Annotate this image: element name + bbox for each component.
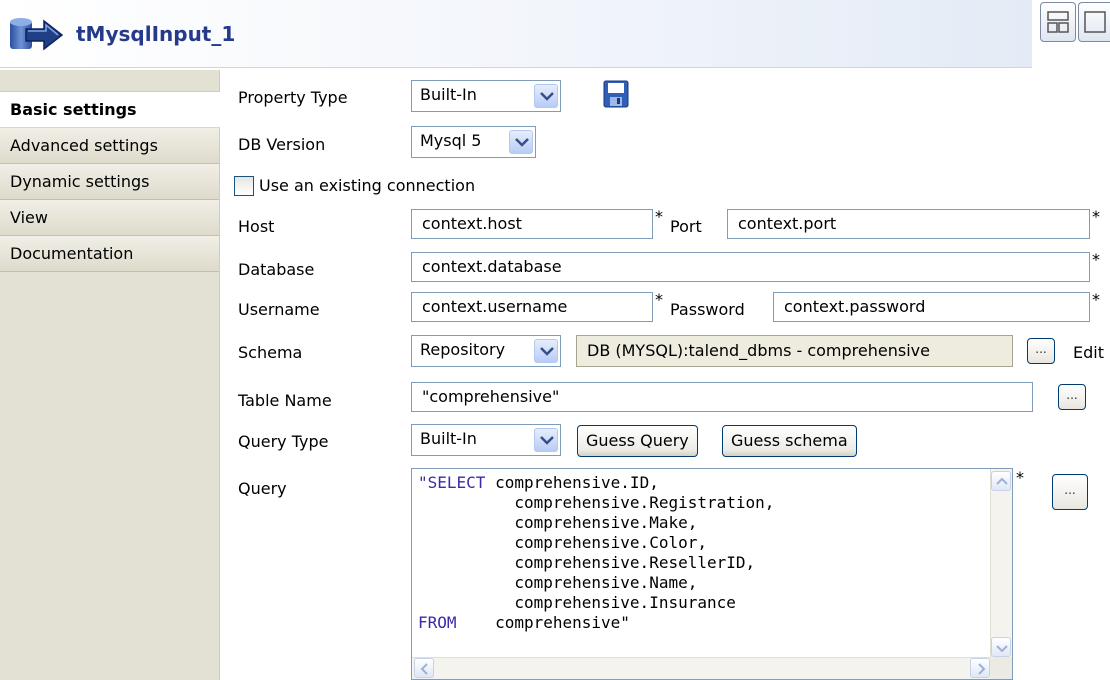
host-required-mark: * bbox=[655, 207, 663, 226]
tab-advanced-settings[interactable]: Advanced settings bbox=[0, 128, 219, 164]
username-input[interactable]: context.username bbox=[411, 292, 653, 322]
guess-query-button[interactable]: Guess Query bbox=[577, 425, 698, 457]
property-type-value: Built-In bbox=[420, 85, 477, 104]
password-input[interactable]: context.password bbox=[773, 292, 1090, 322]
host-label: Host bbox=[238, 217, 275, 236]
layout-grid-button[interactable] bbox=[1040, 2, 1076, 42]
save-icon[interactable] bbox=[603, 80, 629, 108]
database-input[interactable]: context.database bbox=[411, 252, 1090, 282]
chevron-down-icon bbox=[996, 645, 1008, 653]
query-text[interactable]: "SELECT comprehensive.ID, comprehensive.… bbox=[418, 473, 774, 633]
schema-repository-field: DB (MYSQL):talend_dbms - comprehensive bbox=[576, 335, 1013, 367]
scroll-right-button[interactable] bbox=[970, 658, 990, 678]
query-line: comprehensive" bbox=[456, 613, 630, 632]
chevron-down-icon bbox=[534, 339, 558, 363]
query-line: comprehensive.Insurance bbox=[418, 593, 736, 612]
grid-icon bbox=[1047, 11, 1069, 33]
component-header: tMysqlInput_1 bbox=[0, 0, 1032, 68]
username-required-mark: * bbox=[655, 290, 663, 309]
db-version-value: Mysql 5 bbox=[420, 131, 482, 150]
chevron-up-icon bbox=[996, 477, 1008, 485]
schema-type-value: Repository bbox=[420, 340, 506, 359]
port-input[interactable]: context.port bbox=[727, 209, 1090, 239]
port-required-mark: * bbox=[1092, 207, 1100, 226]
chevron-down-icon bbox=[534, 428, 558, 452]
scroll-left-button[interactable] bbox=[414, 658, 434, 678]
chevron-down-icon bbox=[509, 130, 533, 154]
chevron-down-icon bbox=[534, 84, 558, 108]
database-required-mark: * bbox=[1092, 250, 1100, 269]
db-version-select[interactable]: Mysql 5 bbox=[411, 126, 536, 158]
query-line: comprehensive.Color, bbox=[418, 533, 707, 552]
list-icon bbox=[1084, 11, 1106, 33]
query-line: comprehensive.ResellerID, bbox=[418, 553, 756, 572]
query-editor[interactable]: "SELECT comprehensive.ID, comprehensive.… bbox=[411, 468, 1013, 680]
sidebar-spacer bbox=[0, 70, 219, 92]
host-input[interactable]: context.host bbox=[411, 209, 653, 239]
table-name-browse-button[interactable]: ... bbox=[1058, 384, 1086, 410]
query-required-mark: * bbox=[1016, 468, 1024, 487]
scroll-up-button[interactable] bbox=[991, 471, 1011, 491]
schema-label: Schema bbox=[238, 343, 303, 362]
tab-basic-settings[interactable]: Basic settings bbox=[0, 92, 220, 128]
schema-type-select[interactable]: Repository bbox=[411, 335, 561, 367]
query-line: comprehensive.Make, bbox=[418, 513, 698, 532]
password-label: Password bbox=[670, 300, 745, 319]
tab-dynamic-settings[interactable]: Dynamic settings bbox=[0, 164, 219, 200]
schema-edit-label[interactable]: Edit bbox=[1073, 343, 1104, 362]
query-keyword-select: "SELECT bbox=[418, 473, 486, 492]
password-required-mark: * bbox=[1092, 290, 1100, 309]
input-arrow-icon bbox=[8, 17, 66, 53]
schema-browse-button[interactable]: ... bbox=[1027, 338, 1055, 364]
query-type-select[interactable]: Built-In bbox=[411, 424, 561, 456]
tab-documentation[interactable]: Documentation bbox=[0, 236, 219, 272]
tab-view[interactable]: View bbox=[0, 200, 219, 236]
property-type-label: Property Type bbox=[238, 88, 348, 107]
port-label: Port bbox=[670, 217, 702, 236]
db-version-label: DB Version bbox=[238, 135, 326, 154]
query-horizontal-scrollbar[interactable] bbox=[412, 657, 992, 679]
scroll-corner bbox=[990, 657, 1012, 679]
query-type-value: Built-In bbox=[420, 429, 477, 448]
username-label: Username bbox=[238, 300, 320, 319]
settings-sidebar: Basic settings Advanced settings Dynamic… bbox=[0, 70, 220, 680]
chevron-left-icon bbox=[420, 663, 428, 675]
component-title: tMysqlInput_1 bbox=[76, 22, 236, 46]
query-keyword-from: FROM bbox=[418, 613, 457, 632]
layout-list-button[interactable] bbox=[1078, 2, 1110, 42]
chevron-right-icon bbox=[978, 663, 986, 675]
table-name-input[interactable]: "comprehensive" bbox=[411, 382, 1033, 412]
query-line: comprehensive.Name, bbox=[418, 573, 698, 592]
scroll-down-button[interactable] bbox=[991, 637, 1011, 657]
table-name-label: Table Name bbox=[238, 391, 332, 410]
query-editor-button[interactable]: ... bbox=[1052, 474, 1088, 510]
property-type-select[interactable]: Built-In bbox=[411, 80, 561, 112]
query-label: Query bbox=[238, 479, 287, 498]
use-existing-connection-checkbox[interactable] bbox=[234, 176, 254, 196]
query-vertical-scrollbar[interactable] bbox=[990, 469, 1012, 659]
query-line: comprehensive.Registration, bbox=[418, 493, 775, 512]
query-line: comprehensive.ID, bbox=[485, 473, 659, 492]
guess-schema-button[interactable]: Guess schema bbox=[722, 425, 857, 457]
database-label: Database bbox=[238, 260, 315, 279]
query-type-label: Query Type bbox=[238, 432, 329, 451]
use-existing-connection-label: Use an existing connection bbox=[259, 176, 476, 195]
